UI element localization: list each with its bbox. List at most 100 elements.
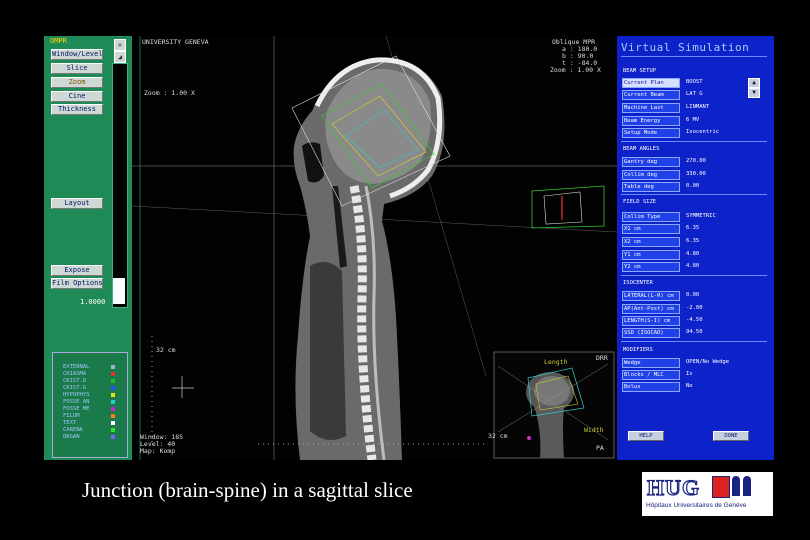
y1-label[interactable]: Y1 cm [622, 250, 680, 260]
structure-item[interactable]: HYPOPHYS [63, 392, 90, 398]
geneva-crest-icon [712, 476, 730, 498]
resize-icon[interactable]: ◢ [114, 51, 126, 63]
length-value: -4.50 [686, 317, 703, 323]
section-title-modifiers: MODIFIERS [623, 347, 653, 353]
beam-energy-label[interactable]: Beam Energy [622, 116, 680, 126]
thickness-button[interactable]: Thickness [51, 104, 103, 115]
panel-title: OMPR [50, 37, 67, 45]
machine-value: LINMANT [686, 104, 710, 110]
blocks-mlc-value: Is [686, 371, 693, 377]
machine-label[interactable]: Machine Last [622, 103, 680, 113]
drr-label: DRR [596, 354, 608, 362]
structure-color-swatch [111, 379, 115, 383]
current-beam-value: LAT G [686, 91, 703, 97]
slice-button[interactable]: Slice [51, 63, 103, 74]
film-options-button[interactable]: Film Options [51, 278, 103, 289]
table-label[interactable]: Table deg [622, 182, 680, 192]
collimator-label[interactable]: Collim deg [622, 170, 680, 180]
table-value: 0.00 [686, 183, 700, 189]
structure-item[interactable]: FILUM [63, 413, 80, 419]
sagittal-viewer[interactable]: UNIVERSITY GENEVA Zoom : 1.00 X Oblique … [132, 36, 617, 460]
section-title-field-size: FIELD SIZE [623, 199, 657, 205]
collim-type-value: SYMMETRIC [686, 213, 716, 219]
current-plan-label[interactable]: Current Plan [622, 78, 680, 88]
y2-label[interactable]: Y2 cm [622, 262, 680, 272]
current-beam-label[interactable]: Current Beam [622, 90, 680, 100]
divider [621, 56, 767, 57]
left-control-panel: OMPR Window/Level Slice Zoom Cine Thickn… [44, 36, 132, 460]
wedge-value: OPEN/No Wedge [686, 359, 730, 365]
lateral-label[interactable]: LATERAL(L-R) cm [622, 291, 680, 301]
length-label[interactable]: LENGTH(S-I) cm [622, 316, 680, 326]
x1-label[interactable]: X1 cm [622, 224, 680, 234]
structure-item[interactable]: ORGAN [63, 434, 80, 440]
gantry-value: 270.00 [686, 158, 706, 164]
structure-color-swatch [111, 435, 115, 439]
pa-label: PA [596, 444, 604, 452]
ap-label[interactable]: AP(Ant-Post) cm [622, 304, 680, 314]
map-readout: Map: Komp [140, 447, 176, 455]
structure-color-swatch [111, 393, 115, 397]
structure-color-swatch [111, 386, 115, 390]
collimator-value: 330.00 [686, 171, 706, 177]
virtual-simulation-panel: Virtual Simulation BEAM SETUP Current Pl… [617, 36, 774, 460]
panel-title: Virtual Simulation [621, 41, 750, 54]
structure-color-swatch [111, 428, 115, 432]
close-icon[interactable]: ✕ [114, 39, 126, 51]
section-title-beam-angles: BEAM ANGLES [623, 146, 660, 152]
structure-color-swatch [111, 365, 115, 369]
structure-item[interactable]: FOSSE AN [63, 399, 90, 405]
window-level-button[interactable]: Window/Level [51, 49, 103, 60]
structure-legend: EXTERNAL CHIASMA CRIST.D CRIST.G HYPOPHY… [52, 352, 128, 458]
x1-value: 6.35 [686, 225, 700, 231]
ssd-value: 94.50 [686, 329, 703, 335]
structure-item[interactable]: CARENA [63, 427, 83, 433]
structure-color-swatch [111, 372, 115, 376]
blocks-mlc-label[interactable]: Blocks / MLC [622, 370, 680, 380]
structure-item[interactable]: EXTERNAL [63, 364, 90, 370]
section-title-beam-setup: BEAM SETUP [623, 68, 657, 74]
slide-caption: Junction (brain-spine) in a sagittal sli… [82, 478, 413, 502]
length-label: Length [544, 358, 568, 366]
beam-energy-value: 6 MV [686, 117, 700, 123]
zoom-button[interactable]: Zoom [51, 77, 103, 88]
section-title-isocenter: ISOCENTER [623, 280, 653, 286]
structure-item[interactable]: CRIST.D [63, 378, 86, 384]
structure-color-swatch [111, 400, 115, 404]
bolus-label[interactable]: Bolus [622, 382, 680, 392]
vertical-scale-label: 32 cm [156, 346, 176, 354]
collim-type-label[interactable]: Collim Type [622, 212, 680, 222]
help-button[interactable]: HELP [628, 431, 664, 441]
structure-item[interactable]: TEXT [63, 420, 76, 426]
lateral-value: 0.00 [686, 292, 700, 298]
chevron-up-icon[interactable]: ▲ [748, 78, 760, 88]
width-label: Width [584, 426, 604, 434]
structure-color-swatch [111, 414, 115, 418]
x2-label[interactable]: X2 cm [622, 237, 680, 247]
logo-wordmark: HUG [646, 474, 701, 500]
zoom-slider-thumb[interactable] [113, 278, 125, 304]
institution-label: UNIVERSITY GENEVA [142, 38, 209, 46]
y1-value: 4.80 [686, 251, 700, 257]
horizontal-scale-label: 32 cm [488, 432, 508, 440]
person-icon [732, 476, 740, 496]
gantry-label[interactable]: Gantry deg [622, 157, 680, 167]
setup-mode-label[interactable]: Setup Mode [622, 128, 680, 138]
done-button[interactable]: DONE [713, 431, 749, 441]
zoom-value: 1.0000 [80, 298, 106, 306]
structure-item[interactable]: FOSSE ME [63, 406, 90, 412]
divider [621, 194, 767, 195]
chevron-down-icon[interactable]: ▼ [748, 88, 760, 98]
structure-item[interactable]: CRIST.G [63, 385, 86, 391]
ssd-label[interactable]: SSD (ISOCAD) [622, 328, 680, 338]
structure-item[interactable]: CHIASMA [63, 371, 86, 377]
divider [621, 275, 767, 276]
cine-button[interactable]: Cine [51, 91, 103, 102]
layout-button[interactable]: Layout [51, 198, 103, 209]
wedge-label[interactable]: Wedge [622, 358, 680, 368]
x2-value: 6.35 [686, 238, 700, 244]
expose-button[interactable]: Expose [51, 265, 103, 276]
zoom-slider-track[interactable] [112, 63, 128, 308]
divider [621, 141, 767, 142]
ct-sagittal-image [132, 36, 617, 460]
